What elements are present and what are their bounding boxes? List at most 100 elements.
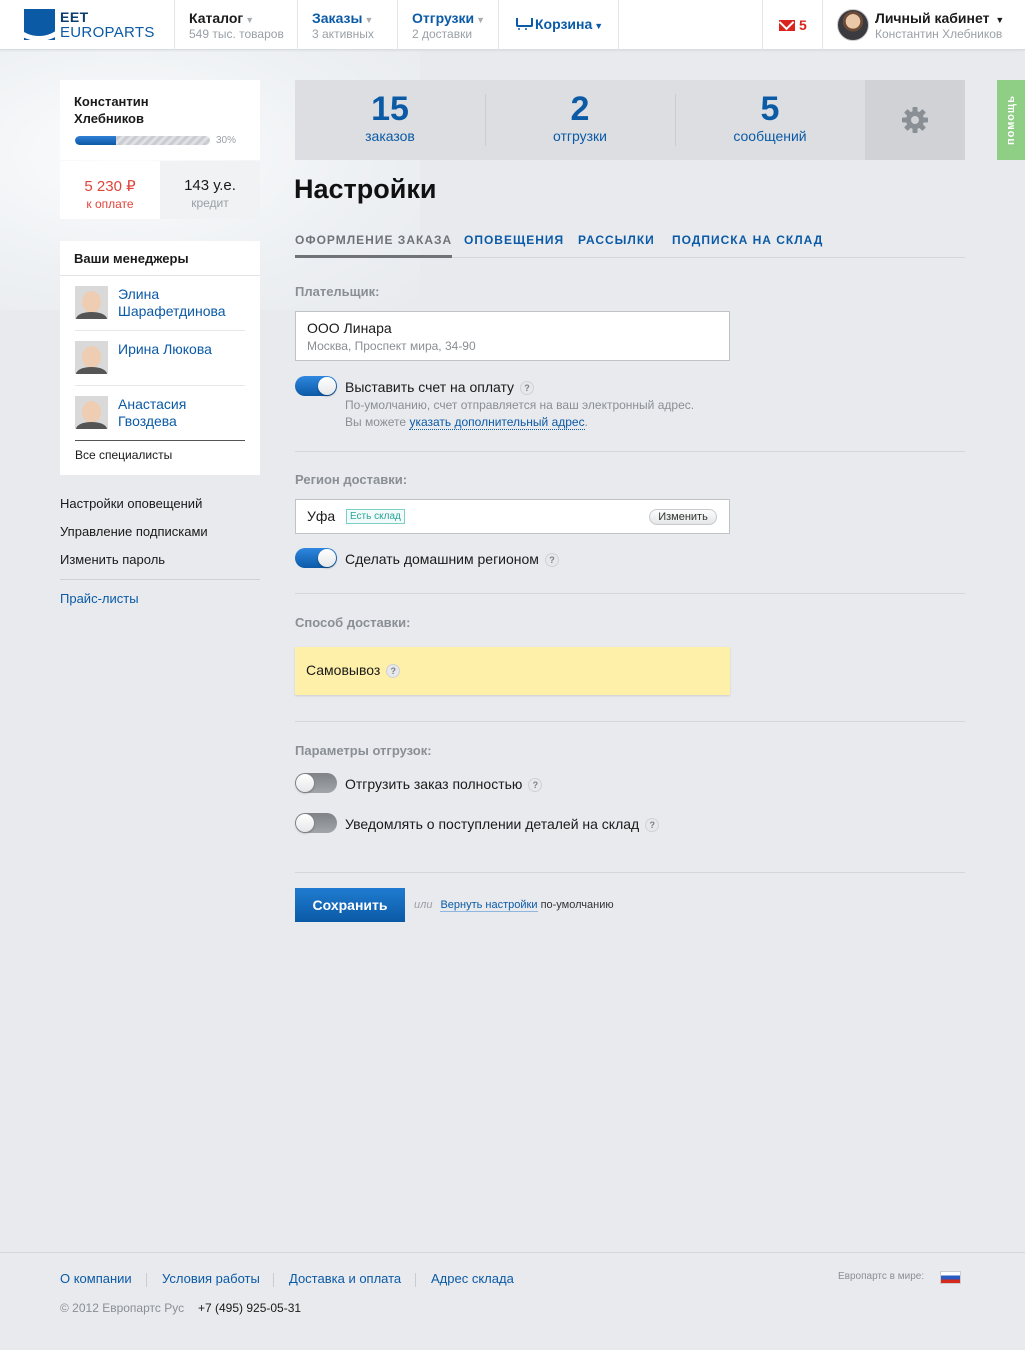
help-tab[interactable]: помощь (997, 80, 1025, 160)
sidebar-item-subscriptions[interactable]: Управление подписками (60, 518, 260, 546)
save-button[interactable]: Сохранить (295, 888, 405, 922)
manager-name[interactable]: Ирина Люкова (118, 341, 212, 358)
page-title: Настройки (294, 174, 437, 204)
footer-link-terms[interactable]: Условия работы (162, 1271, 260, 1286)
reset-settings-link[interactable]: Вернуть настройки (440, 899, 538, 912)
stat-messages[interactable]: 5 сообщений (675, 80, 865, 160)
managers-panel: Ваши менеджеры Элина Шарафетдинова Ирина… (60, 241, 260, 475)
manager-name[interactable]: Элина Шарафетдинова (118, 286, 245, 320)
payer-section-label: Плательщик: (295, 284, 380, 299)
stat-number: 5 (760, 90, 780, 128)
notify-arrival-toggle[interactable] (295, 813, 337, 833)
all-specialists-link[interactable]: Все специалисты (75, 448, 172, 462)
stat-number: 15 (371, 90, 409, 128)
footer-link-warehouse[interactable]: Адрес склада (431, 1271, 514, 1286)
hint-line-2-suffix: . (584, 415, 588, 429)
chevron-down-icon: ▼ (594, 21, 604, 31)
divider (273, 1273, 274, 1287)
envelope-icon (779, 20, 795, 31)
divider (75, 440, 245, 441)
payer-select[interactable]: ООО Линара Москва, Проспект мира, 34-90 (295, 311, 730, 361)
account-menu[interactable]: Личный кабинет ▼ Константин Хлебников (822, 0, 1025, 50)
hint-line-2-prefix: Вы можете (345, 415, 407, 429)
footer-link-delivery[interactable]: Доставка и оплата (289, 1271, 401, 1286)
manager-item[interactable]: Анастасия Гвоздева (75, 396, 245, 451)
nav-cart[interactable]: Корзина ▼ (498, 0, 619, 50)
change-region-button[interactable]: Изменить (649, 509, 717, 525)
help-icon[interactable]: ? (528, 778, 543, 792)
divider (60, 579, 260, 580)
help-tab-label: помощь (1005, 95, 1017, 145)
chevron-down-icon: ▼ (245, 15, 255, 25)
manager-photo (75, 341, 108, 374)
logo[interactable]: EET EUROPARTS (24, 9, 164, 41)
world-label: Европартс в мире: (838, 1271, 925, 1282)
delivery-method-option[interactable]: Самовывоз? (295, 647, 730, 695)
nav-orders-subtitle: 3 активных (312, 27, 374, 41)
russia-flag-icon[interactable] (940, 1271, 961, 1284)
account-user-name: Константин Хлебников (875, 27, 1003, 41)
stat-orders[interactable]: 15 заказов (295, 80, 485, 160)
delivery-method-value: Самовывоз (306, 662, 381, 678)
toggle-knob (318, 549, 336, 567)
tab-notifications[interactable]: ОПОВЕЩЕНИЯ (464, 233, 564, 247)
settings-tabs: ОФОРМЛЕНИЕ ЗАКАЗА ОПОВЕЩЕНИЯ РАССЫЛКИ ПО… (295, 228, 965, 258)
manager-photo (75, 286, 108, 319)
account-title: Личный кабинет (875, 10, 990, 26)
to-pay-label: к оплате (86, 197, 134, 211)
settings-button[interactable] (865, 80, 965, 160)
help-icon[interactable]: ? (386, 664, 401, 678)
credit-cell[interactable]: 143 у.е. кредит (160, 161, 260, 219)
invoice-toggle-label: Выставить счет на оплату (345, 379, 515, 395)
home-region-toggle[interactable] (295, 548, 337, 568)
tab-order-design[interactable]: ОФОРМЛЕНИЕ ЗАКАЗА (295, 233, 453, 258)
manager-item[interactable]: Элина Шарафетдинова (75, 286, 245, 341)
messages-button[interactable]: 5 (762, 0, 822, 50)
help-icon[interactable]: ? (645, 818, 660, 832)
footer-link-about[interactable]: О компании (60, 1271, 132, 1286)
divider (146, 1273, 147, 1287)
payer-address: Москва, Проспект мира, 34-90 (307, 339, 476, 353)
region-section-label: Регион доставки: (295, 472, 408, 487)
to-pay-cell[interactable]: 5 230 ₽ к оплате (60, 161, 160, 219)
warehouse-badge: Есть склад (346, 509, 405, 524)
invoice-hint: По-умолчанию, счет отправляется на ваш э… (345, 397, 694, 431)
sidebar-item-notification-settings[interactable]: Настройки оповещений (60, 490, 260, 518)
user-card: Константин Хлебников 30% (60, 80, 260, 160)
nav-catalog[interactable]: Каталог ▼ 549 тыс. товаров (174, 0, 297, 50)
manager-item[interactable]: Ирина Люкова (75, 341, 245, 396)
logo-text-top: EET (60, 9, 89, 25)
additional-address-link[interactable]: указать дополнительный адрес (409, 415, 585, 430)
ship-full-toggle[interactable] (295, 773, 337, 793)
nav-shipments[interactable]: Отгрузки ▼ 2 доставки (397, 0, 498, 50)
reset-defaults: или Вернуть настройки по-умолчанию (414, 899, 614, 912)
help-icon[interactable]: ? (520, 381, 535, 395)
stat-label: заказов (365, 128, 415, 144)
stats-bar: 15 заказов 2 отгрузки 5 сообщений (295, 80, 965, 160)
user-name: Константин Хлебников (74, 94, 149, 126)
nav-orders[interactable]: Заказы ▼ 3 активных (297, 0, 397, 50)
invoice-toggle[interactable] (295, 376, 337, 396)
manager-photo (75, 396, 108, 429)
messages-count: 5 (799, 17, 807, 33)
stat-shipments[interactable]: 2 отгрузки (485, 80, 675, 160)
region-field[interactable]: Уфа Есть склад Изменить (295, 499, 730, 534)
manager-name[interactable]: Анастасия Гвоздева (118, 396, 245, 430)
divider (295, 872, 965, 873)
help-icon[interactable]: ? (544, 553, 559, 567)
or-text: или (414, 899, 433, 911)
tab-mailings[interactable]: РАССЫЛКИ (578, 233, 655, 247)
tab-warehouse-subscription[interactable]: ПОДПИСКА НА СКЛАД (672, 233, 823, 247)
home-region-label: Сделать домашним регионом (345, 551, 539, 567)
chevron-down-icon: ▼ (364, 15, 374, 25)
avatar (837, 9, 869, 41)
side-links: Настройки оповещений Управление подписка… (60, 490, 260, 574)
sidebar-item-price-lists[interactable]: Прайс-листы (60, 591, 139, 606)
sidebar-item-change-password[interactable]: Изменить пароль (60, 546, 260, 574)
cart-icon (513, 18, 533, 30)
nav-cart-label: Корзина (535, 16, 593, 32)
divider (295, 721, 965, 722)
shipment-section-label: Параметры отгрузок: (295, 743, 432, 758)
stat-label: сообщений (733, 128, 807, 144)
top-header: EET EUROPARTS Каталог ▼ 549 тыс. товаров … (0, 0, 1025, 50)
